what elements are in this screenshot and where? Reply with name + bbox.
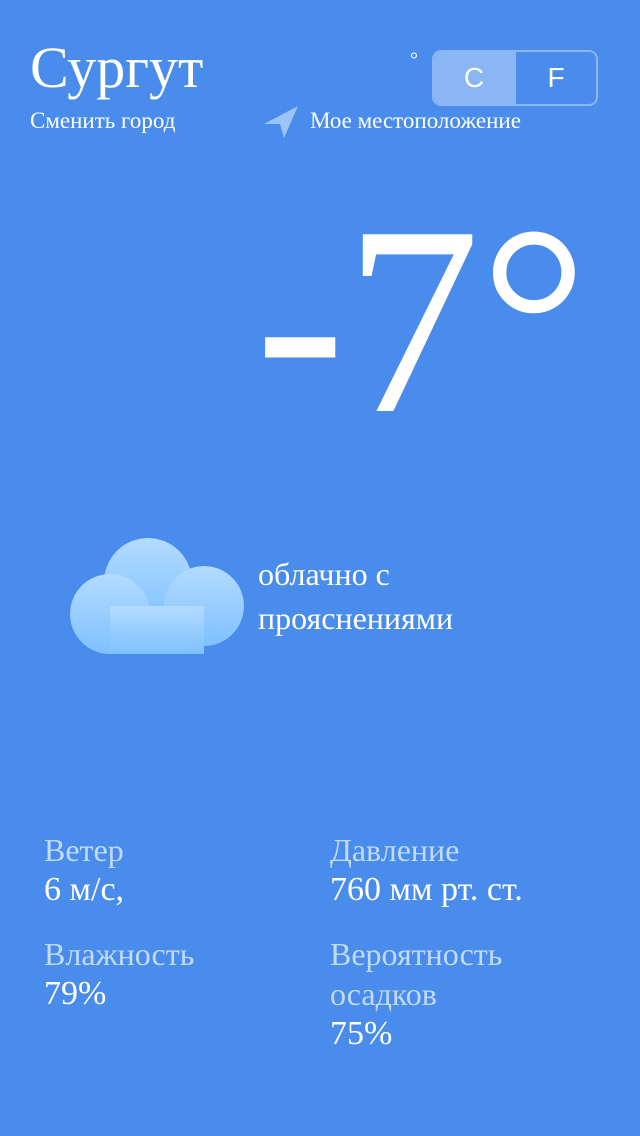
humidity-stat: Влажность 79%: [44, 934, 194, 1014]
wind-stat: Ветер 6 м/с,: [44, 830, 124, 910]
degree-symbol: °: [410, 49, 418, 71]
humidity-value: 79%: [44, 975, 107, 1012]
wind-value: 6 м/с,: [44, 871, 125, 908]
precipitation-label: Вероятность осадков: [330, 936, 503, 1012]
precipitation-stat: Вероятность осадков 75%: [330, 934, 610, 1054]
precipitation-value: 75%: [330, 1015, 393, 1052]
city-name: Сургут: [30, 35, 204, 100]
change-city-link[interactable]: Сменить город: [30, 106, 175, 136]
unit-switch: C F: [432, 50, 598, 106]
pressure-stat: Давление 760 мм рт. ст.: [330, 830, 523, 910]
pressure-value: 760 мм рт. ст.: [330, 871, 523, 908]
celsius-button[interactable]: C: [434, 52, 514, 104]
location-arrow-icon: [264, 106, 298, 138]
current-temperature: -7°: [255, 171, 588, 470]
pressure-label: Давление: [330, 832, 460, 868]
wind-label: Ветер: [44, 832, 124, 868]
humidity-label: Влажность: [44, 936, 195, 972]
weather-description: облачно с прояснениями: [258, 556, 454, 636]
my-location-button[interactable]: Мое местоположение: [262, 102, 521, 140]
fahrenheit-button[interactable]: F: [514, 52, 596, 104]
cloud-icon: [70, 538, 244, 654]
my-location-label: Мое местоположение: [310, 108, 521, 133]
